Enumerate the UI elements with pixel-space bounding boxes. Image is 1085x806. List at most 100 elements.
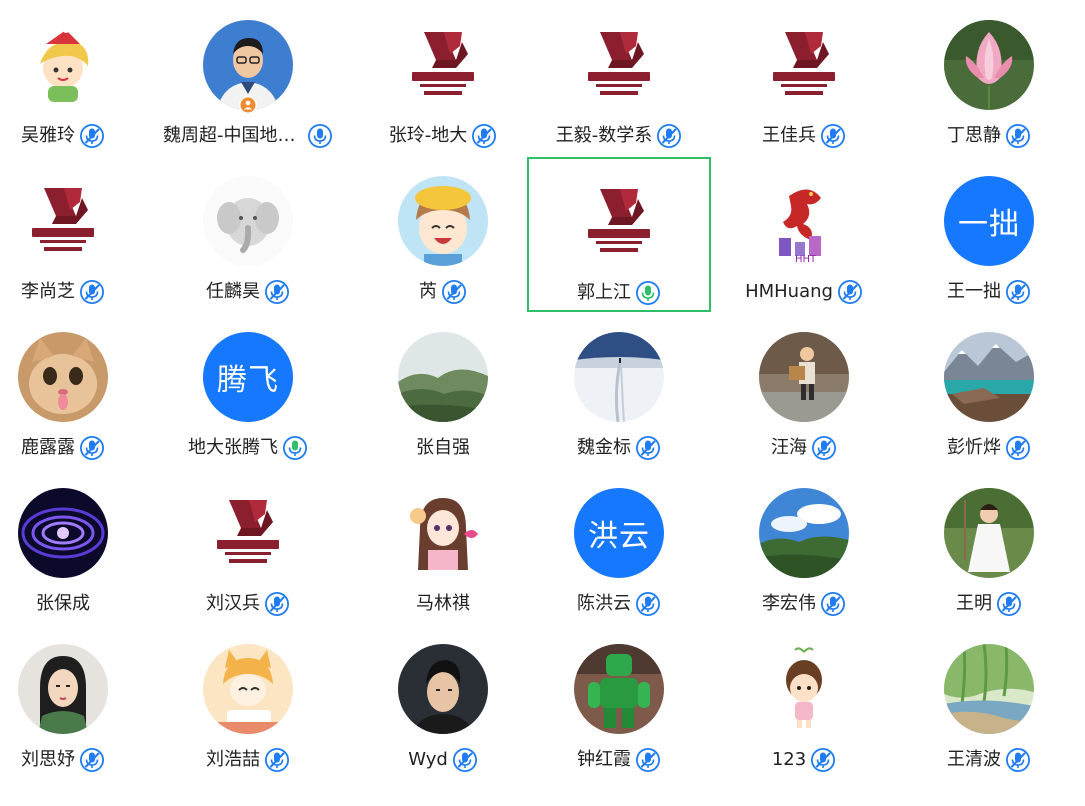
participant-tile[interactable]: 魏金标 bbox=[534, 312, 704, 462]
avatar bbox=[574, 177, 664, 267]
participant-tile[interactable]: 王清波 bbox=[904, 624, 1074, 774]
participant-tile[interactable]: 洪云 陈洪云 bbox=[534, 468, 704, 618]
participant-label-row: 丁思静 bbox=[904, 122, 1074, 150]
participant-name: 陈洪云 bbox=[577, 593, 631, 614]
participant-tile[interactable]: 腾飞地大张腾飞 bbox=[163, 312, 333, 462]
mic-muted-icon[interactable] bbox=[996, 591, 1022, 617]
participant-label-row: 地大张腾飞 bbox=[163, 434, 333, 462]
participant-tile[interactable]: 王毅-数学系 bbox=[534, 0, 704, 150]
mic-muted-icon[interactable] bbox=[1005, 123, 1031, 149]
participant-name: 马林祺 bbox=[416, 593, 470, 614]
mic-unmuted-icon[interactable] bbox=[282, 435, 308, 461]
participant-label-row: 魏周超-中国地质... bbox=[163, 122, 333, 150]
participant-tile[interactable]: 马林祺 bbox=[358, 468, 528, 618]
avatar-image bbox=[18, 176, 108, 266]
mic-muted-icon[interactable] bbox=[810, 747, 836, 773]
participant-name: 任麟昊 bbox=[206, 281, 260, 302]
mic-muted-icon[interactable] bbox=[656, 123, 682, 149]
avatar-image bbox=[944, 20, 1034, 110]
avatar-image bbox=[759, 488, 849, 578]
participant-label-row: 王清波 bbox=[904, 746, 1074, 774]
participant-label-row: 任麟昊 bbox=[163, 278, 333, 306]
participant-tile[interactable]: 丁思静 bbox=[904, 0, 1074, 150]
mic-muted-icon[interactable] bbox=[471, 123, 497, 149]
mic-muted-icon[interactable] bbox=[1005, 435, 1031, 461]
mic-muted-icon[interactable] bbox=[635, 591, 661, 617]
avatar-image bbox=[203, 176, 293, 266]
mic-muted-icon[interactable] bbox=[79, 435, 105, 461]
participant-tile[interactable]: 任麟昊 bbox=[163, 156, 333, 306]
participant-name: HMHuang bbox=[745, 281, 833, 302]
participant-tile[interactable]: 刘汉兵 bbox=[163, 468, 333, 618]
participant-tile[interactable]: 李尚芝 bbox=[0, 156, 148, 306]
mic-muted-icon[interactable] bbox=[452, 747, 478, 773]
participant-tile[interactable]: 鹿露露 bbox=[0, 312, 148, 462]
avatar bbox=[574, 332, 664, 422]
avatar-image bbox=[18, 488, 108, 578]
participant-name: 汪海 bbox=[771, 437, 807, 458]
participant-name: 刘汉兵 bbox=[206, 593, 260, 614]
participant-tile[interactable]: 郭上江 bbox=[527, 157, 711, 312]
participant-tile[interactable]: 钟红霞 bbox=[534, 624, 704, 774]
mic-muted-icon[interactable] bbox=[820, 591, 846, 617]
avatar-initials: 腾飞 bbox=[217, 363, 279, 398]
participant-tile[interactable]: HHT HMHuang bbox=[719, 156, 889, 306]
participant-name: Wyd bbox=[408, 749, 448, 770]
mic-muted-icon[interactable] bbox=[79, 123, 105, 149]
participant-tile[interactable]: 123 bbox=[719, 624, 889, 774]
avatar bbox=[18, 488, 108, 578]
participant-tile[interactable]: 吴雅玲 bbox=[0, 0, 148, 150]
mic-muted-icon[interactable] bbox=[837, 279, 863, 305]
participant-tile[interactable]: 张玲-地大 bbox=[358, 0, 528, 150]
mic-muted-icon[interactable] bbox=[441, 279, 467, 305]
mic-speaking-icon[interactable] bbox=[635, 280, 661, 306]
participant-tile[interactable]: 刘浩喆 bbox=[163, 624, 333, 774]
participant-tile[interactable]: 李宏伟 bbox=[719, 468, 889, 618]
mic-muted-icon[interactable] bbox=[635, 435, 661, 461]
participant-tile[interactable]: 王佳兵 bbox=[719, 0, 889, 150]
avatar bbox=[759, 644, 849, 734]
participant-label-row: 张自强 bbox=[358, 434, 528, 462]
avatar-image bbox=[18, 332, 108, 422]
avatar bbox=[398, 644, 488, 734]
participant-tile[interactable]: 张保成 bbox=[0, 468, 148, 618]
mic-muted-icon[interactable] bbox=[820, 123, 846, 149]
avatar bbox=[398, 488, 488, 578]
participant-tile[interactable]: 刘思妤 bbox=[0, 624, 148, 774]
participant-label-row: 郭上江 bbox=[529, 279, 709, 307]
mic-muted-icon[interactable] bbox=[264, 747, 290, 773]
participant-tile[interactable]: 汪海 bbox=[719, 312, 889, 462]
participant-name: 魏金标 bbox=[577, 437, 631, 458]
avatar-image bbox=[944, 332, 1034, 422]
avatar-image bbox=[398, 176, 488, 266]
participant-tile[interactable]: 魏周超-中国地质... bbox=[163, 0, 333, 150]
mic-muted-icon[interactable] bbox=[811, 435, 837, 461]
mic-muted-icon[interactable] bbox=[264, 279, 290, 305]
mic-muted-icon[interactable] bbox=[264, 591, 290, 617]
avatar bbox=[944, 20, 1034, 110]
participant-name: 丁思静 bbox=[947, 125, 1001, 146]
mic-muted-icon[interactable] bbox=[79, 747, 105, 773]
mic-muted-icon[interactable] bbox=[635, 747, 661, 773]
participant-name: 张玲-地大 bbox=[388, 125, 468, 146]
participant-label-row: 李宏伟 bbox=[719, 590, 889, 618]
participant-name: 魏周超-中国地质... bbox=[163, 125, 303, 146]
participant-tile[interactable]: Wyd bbox=[358, 624, 528, 774]
mic-muted-icon[interactable] bbox=[1005, 279, 1031, 305]
participant-tile[interactable]: 彭忻烨 bbox=[904, 312, 1074, 462]
participant-tile[interactable]: 王明 bbox=[904, 468, 1074, 618]
participant-tile[interactable]: 一拙 王一拙 bbox=[904, 156, 1074, 306]
participant-tile[interactable]: 张自强 bbox=[358, 312, 528, 462]
participant-name: 吴雅玲 bbox=[21, 125, 75, 146]
participant-name: 地大张腾飞 bbox=[188, 437, 278, 458]
participant-name: 王明 bbox=[956, 593, 992, 614]
mic-on-icon[interactable] bbox=[307, 123, 333, 149]
mic-muted-icon[interactable] bbox=[1005, 747, 1031, 773]
avatar bbox=[203, 488, 293, 578]
avatar-image: HHT bbox=[759, 176, 849, 266]
participant-tile[interactable]: 芮 bbox=[358, 156, 528, 306]
avatar bbox=[574, 20, 664, 110]
svg-text:HHT: HHT bbox=[795, 254, 817, 265]
avatar: 一拙 bbox=[944, 176, 1034, 266]
mic-muted-icon[interactable] bbox=[79, 279, 105, 305]
